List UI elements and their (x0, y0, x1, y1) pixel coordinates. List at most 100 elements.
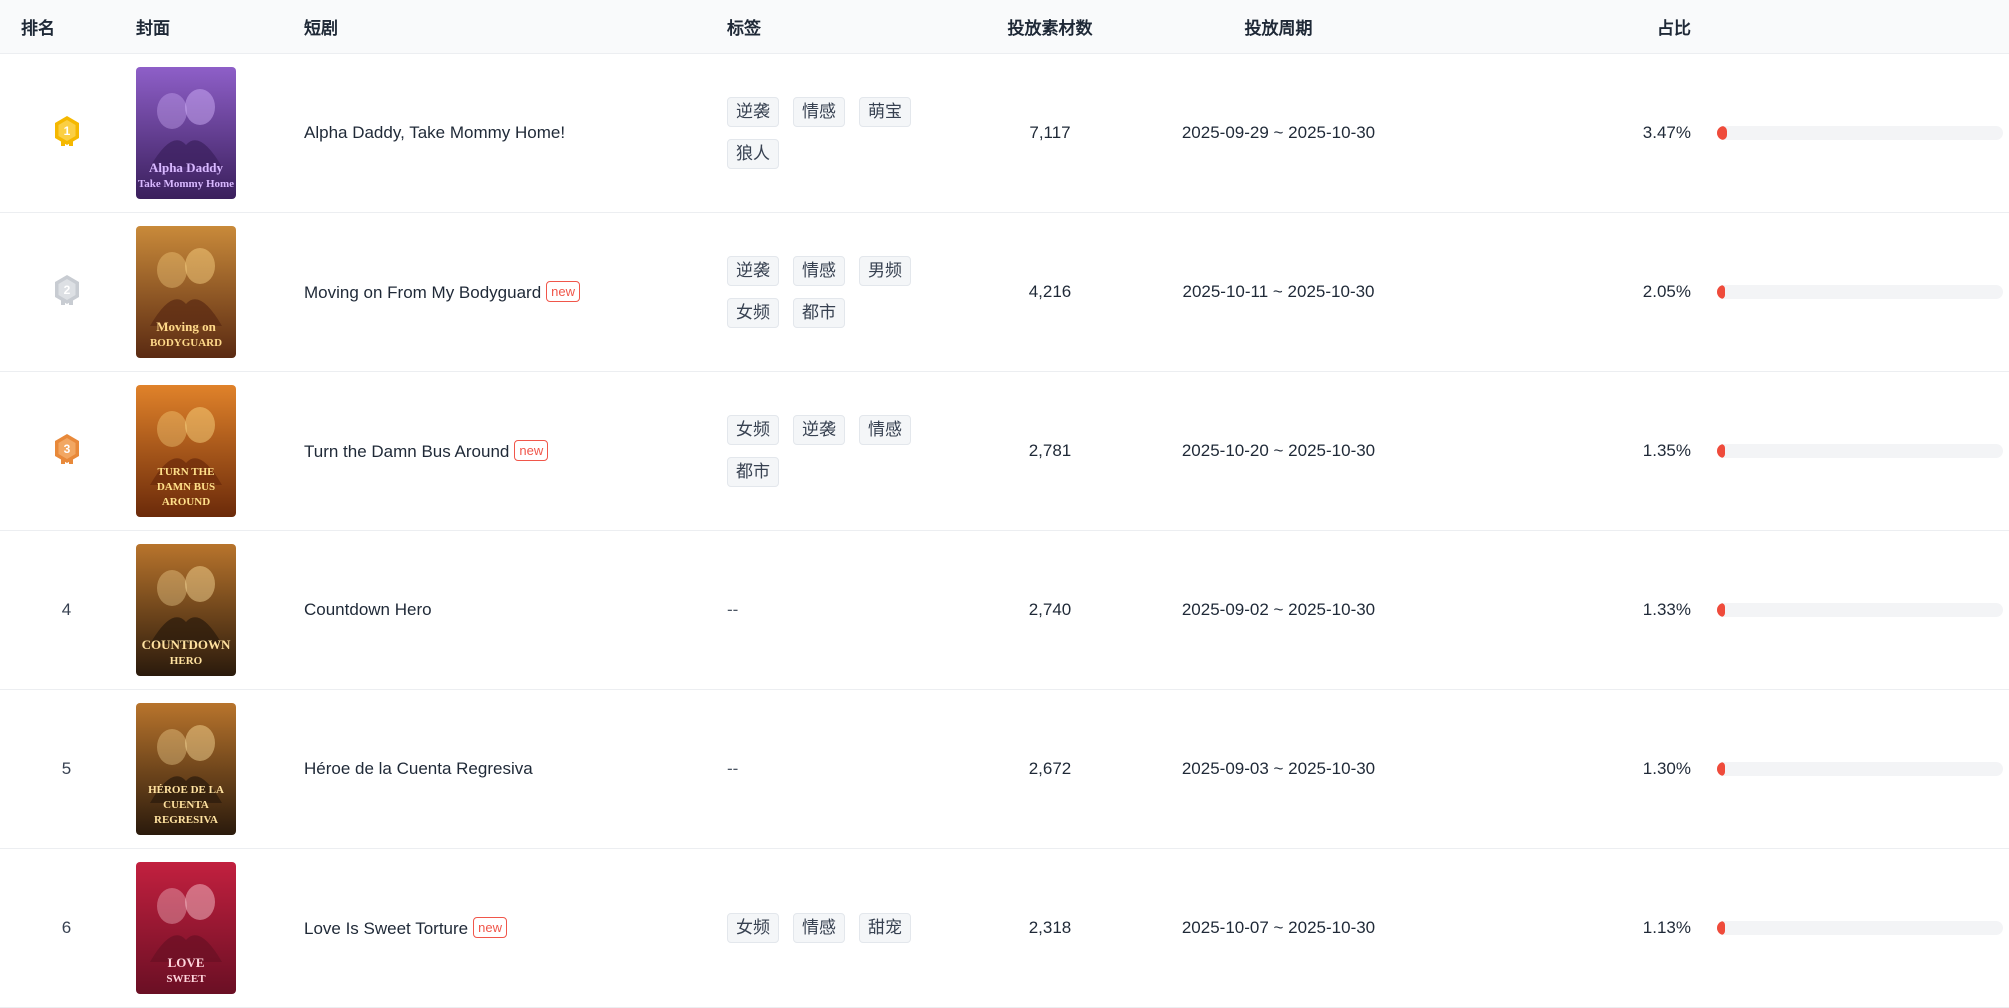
svg-text:COUNTDOWN: COUNTDOWN (142, 637, 231, 652)
share-bar-cell (1691, 689, 2009, 849)
header-share[interactable]: 占比 (1411, 0, 1691, 54)
cover-cell: COUNTDOWN HERO (133, 530, 301, 690)
tags-empty: -- (724, 689, 974, 849)
tags-cell: 女频 逆袭 情感都市 (724, 371, 974, 531)
rank-number: 2 (63, 283, 70, 297)
table-row[interactable]: 6 LOVE SWEET Love Is Sweet Torture new 女频 情感… (0, 848, 2009, 1008)
tag-chip: 女频 (727, 913, 779, 943)
share-percent: 1.33% (1411, 530, 1691, 690)
drama-title-link[interactable]: Love Is Sweet Torture (304, 919, 468, 938)
tag-chip: 男频 (859, 256, 911, 286)
rank-cell: 6 (0, 848, 133, 1008)
svg-text:CUENTA: CUENTA (163, 799, 209, 811)
svg-text:REGRESIVA: REGRESIVA (154, 814, 218, 826)
cover-cell: Alpha Daddy Take Mommy Home (133, 53, 301, 213)
drama-title-link[interactable]: Alpha Daddy, Take Mommy Home! (304, 123, 565, 142)
title-cell: Countdown Hero (301, 530, 724, 690)
share-bar-fill (1717, 285, 1725, 299)
drama-ranking-table: 排名 封面 短剧 标签 投放素材数 投放周期 占比 1 Alpha Daddy T… (0, 0, 2009, 1008)
svg-text:HÉROE DE LA: HÉROE DE LA (148, 784, 224, 796)
rank-cell: 5 (0, 689, 133, 849)
tag-chip: 情感 (859, 415, 911, 445)
table-row[interactable]: 4 COUNTDOWN HERO Countdown Hero -- 2,740 202… (0, 530, 2009, 690)
drama-title-link[interactable]: Héroe de la Cuenta Regresiva (304, 759, 533, 778)
tags-cell: 逆袭 情感 萌宝狼人 (724, 53, 974, 213)
drama-title-link[interactable]: Moving on From My Bodyguard (304, 283, 541, 302)
cover-image[interactable]: TURN THE DAMN BUS AROUND (136, 385, 236, 517)
header-rank[interactable]: 排名 (0, 0, 133, 54)
material-count: 2,781 (974, 371, 1146, 531)
drama-title-link[interactable]: Countdown Hero (304, 600, 432, 619)
share-bar (1717, 285, 2003, 299)
share-bar (1717, 603, 2003, 617)
share-percent: 1.13% (1411, 848, 1691, 1008)
title-cell: Love Is Sweet Torture new (301, 848, 724, 1008)
tag-list: 逆袭 情感 男频女频 都市 (727, 250, 967, 334)
share-bar-fill (1717, 126, 1727, 140)
share-percent: 2.05% (1411, 212, 1691, 372)
cover-cell: LOVE SWEET (133, 848, 301, 1008)
tag-chip: 逆袭 (793, 415, 845, 445)
share-bar-cell (1691, 848, 2009, 1008)
svg-text:SWEET: SWEET (166, 973, 206, 985)
svg-text:DAMN BUS: DAMN BUS (157, 481, 215, 493)
tag-chip: 逆袭 (727, 97, 779, 127)
tag-chip: 情感 (793, 97, 845, 127)
header-count[interactable]: 投放素材数 (974, 0, 1146, 54)
cover-cell: Moving on BODYGUARD (133, 212, 301, 372)
svg-text:HERO: HERO (170, 655, 203, 667)
share-bar (1717, 444, 2003, 458)
header-tags: 标签 (724, 0, 974, 54)
share-percent: 1.30% (1411, 689, 1691, 849)
material-count: 2,318 (974, 848, 1146, 1008)
delivery-period: 2025-09-02 ~ 2025-10-30 (1146, 530, 1411, 690)
bronze-medal-icon: 3 (52, 432, 82, 471)
svg-text:TURN THE: TURN THE (158, 466, 215, 478)
share-bar (1717, 921, 2003, 935)
rank-cell: 2 (0, 212, 133, 372)
rank-number: 4 (61, 600, 72, 619)
tag-chip: 情感 (793, 913, 845, 943)
material-count: 4,216 (974, 212, 1146, 372)
tag-chip: 都市 (727, 457, 779, 487)
share-bar-cell (1691, 371, 2009, 531)
share-bar-cell (1691, 530, 2009, 690)
table-row[interactable]: 3 TURN THE DAMN BUS AROUND Turn the Damn B… (0, 371, 2009, 531)
share-bar (1717, 126, 2003, 140)
share-bar (1717, 762, 2003, 776)
cover-image[interactable]: COUNTDOWN HERO (136, 544, 236, 676)
material-count: 7,117 (974, 53, 1146, 213)
tag-chip: 情感 (793, 256, 845, 286)
new-badge: new (546, 281, 581, 302)
cover-image[interactable]: Moving on BODYGUARD (136, 226, 236, 358)
delivery-period: 2025-09-29 ~ 2025-10-30 (1146, 53, 1411, 213)
tags-empty: -- (724, 530, 974, 690)
tag-chip: 逆袭 (727, 256, 779, 286)
title-cell: Héroe de la Cuenta Regresiva (301, 689, 724, 849)
delivery-period: 2025-10-07 ~ 2025-10-30 (1146, 848, 1411, 1008)
material-count: 2,672 (974, 689, 1146, 849)
delivery-period: 2025-10-11 ~ 2025-10-30 (1146, 212, 1411, 372)
cover-image[interactable]: LOVE SWEET (136, 862, 236, 994)
header-title: 短剧 (301, 0, 724, 54)
table-row[interactable]: 5 HÉROE DE LA CUENTA REGRESIVA Héroe de la… (0, 689, 2009, 849)
rank-number: 6 (61, 918, 72, 937)
table-header-row: 排名 封面 短剧 标签 投放素材数 投放周期 占比 (0, 0, 2009, 54)
svg-text:Moving on: Moving on (156, 319, 216, 334)
share-bar-cell (1691, 212, 2009, 372)
svg-text:LOVE: LOVE (168, 955, 205, 970)
share-percent: 1.35% (1411, 371, 1691, 531)
tag-chip: 狼人 (727, 139, 779, 169)
cover-cell: TURN THE DAMN BUS AROUND (133, 371, 301, 531)
cover-image[interactable]: Alpha Daddy Take Mommy Home (136, 67, 236, 199)
cover-image[interactable]: HÉROE DE LA CUENTA REGRESIVA (136, 703, 236, 835)
table-row[interactable]: 1 Alpha Daddy Take Mommy Home Alpha Daddy… (0, 53, 2009, 213)
tags-cell: 逆袭 情感 男频女频 都市 (724, 212, 974, 372)
header-share-bar (1691, 0, 2009, 54)
table-row[interactable]: 2 Moving on BODYGUARD Moving on From My B… (0, 212, 2009, 372)
tag-list: 女频 情感 甜宠 (727, 907, 967, 949)
title-cell: Alpha Daddy, Take Mommy Home! (301, 53, 724, 213)
tag-list: 逆袭 情感 萌宝狼人 (727, 91, 967, 175)
drama-title-link[interactable]: Turn the Damn Bus Around (304, 442, 509, 461)
table-body: 1 Alpha Daddy Take Mommy Home Alpha Daddy… (0, 53, 2009, 1008)
